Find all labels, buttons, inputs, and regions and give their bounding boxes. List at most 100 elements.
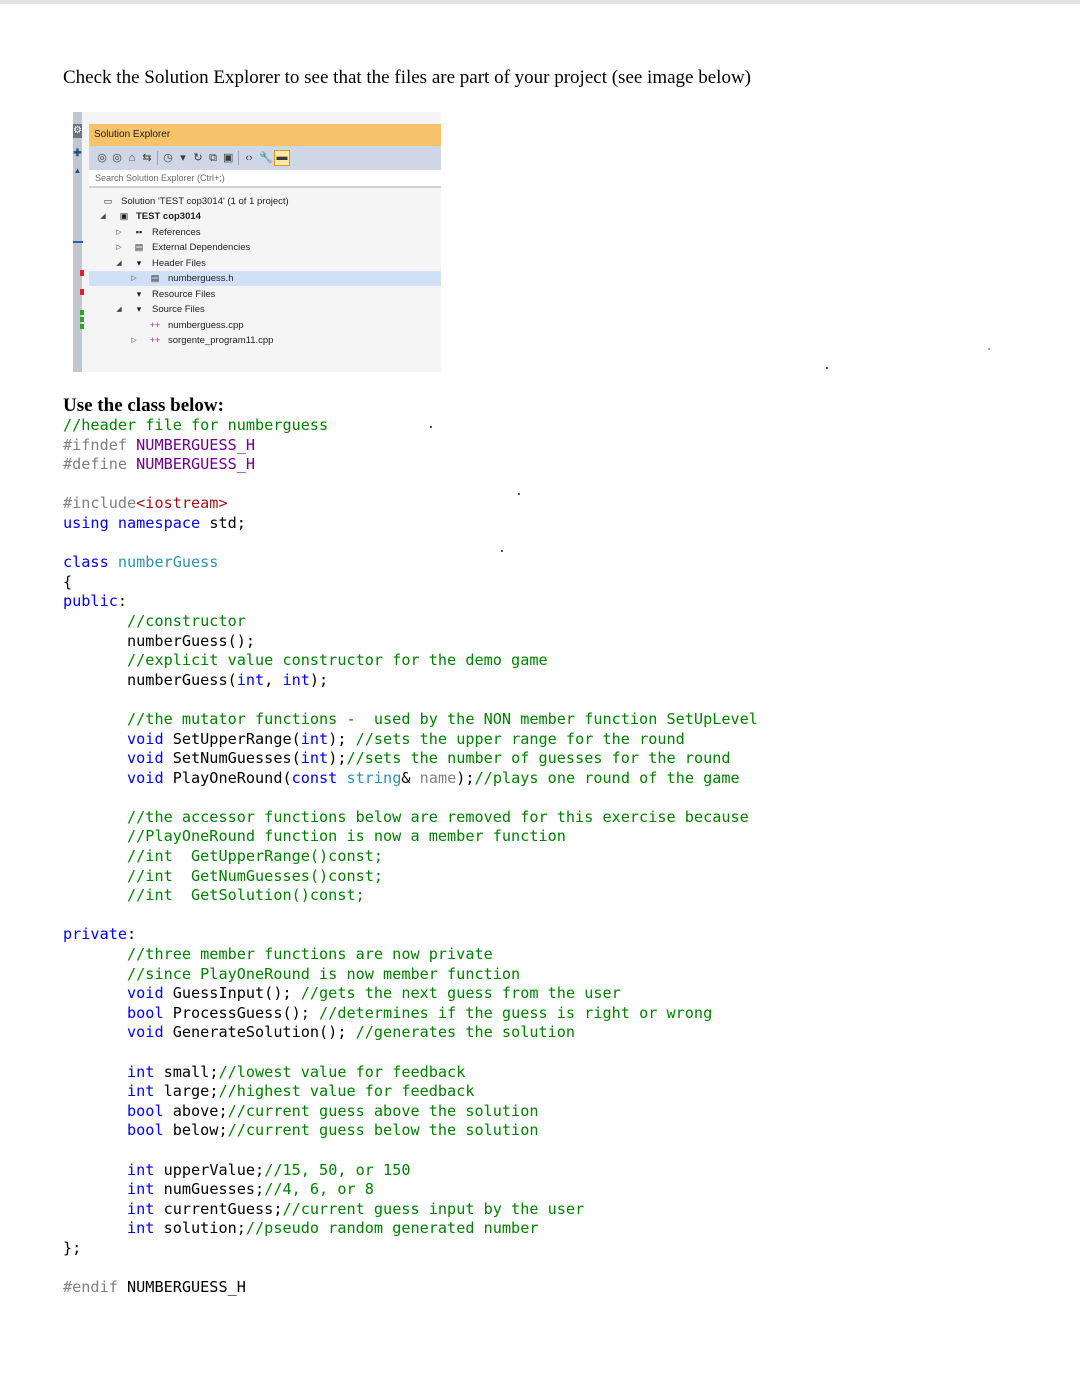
pin-icon[interactable]: ▬ (274, 150, 290, 166)
solution-icon: ▭ (103, 196, 113, 206)
gutter-marker-green (80, 324, 84, 329)
history-icon[interactable]: ◷ (163, 151, 173, 165)
solution-explorer-title: Solution Explorer (89, 124, 441, 146)
code-line: numberGuess(); (63, 631, 256, 650)
code-line: bool above;//current guess above the sol… (127, 1101, 539, 1120)
code-line: int solution;//pseudo random generated n… (127, 1219, 539, 1238)
expanded-arrow-icon[interactable]: ◢ (115, 302, 123, 317)
dropdown-icon[interactable]: ▾ (178, 151, 188, 165)
speck (501, 550, 503, 552)
code-line: { (63, 572, 73, 591)
sync-icon[interactable]: ⇆ (142, 151, 152, 165)
home-icon[interactable]: ⌂ (127, 151, 137, 165)
code-line: ​ (63, 1043, 758, 1063)
gutter-marker-red (80, 270, 84, 276)
cpp-file-icon: ++ (149, 320, 161, 330)
code-line: int upperValue;//15, 50, or 150 (127, 1160, 411, 1179)
tree-item-external-dependencies[interactable]: ▷ ▤ External Dependencies (89, 240, 441, 255)
code-line: //three member functions are now private (127, 945, 493, 964)
expanded-arrow-icon[interactable]: ◢ (115, 256, 123, 271)
code-line: int numGuesses;//4, 6, or 8 (127, 1180, 374, 1199)
intro-paragraph: Check the Solution Explorer to see that … (63, 67, 751, 88)
collapsed-arrow-icon[interactable]: ▷ (130, 271, 138, 286)
gutter-marker-green (80, 310, 84, 315)
show-all-files-icon[interactable]: ▣ (223, 151, 233, 165)
code-line: //explicit value constructor for the dem… (127, 651, 548, 670)
code-line: void SetNumGuesses(int);//sets the numbe… (127, 749, 731, 768)
code-line: //int GetUpperRange()const; (127, 847, 384, 866)
tree-item-header-files[interactable]: ◢ ▾ Header Files (89, 256, 441, 271)
folder-icon: ▾ (136, 289, 142, 299)
settings-icon: ⚙ (73, 124, 82, 138)
code-line: class numberGuess (63, 553, 219, 572)
code-line: void SetUpperRange(int); //sets the uppe… (127, 729, 685, 748)
code-line: using namespace std; (63, 513, 246, 532)
toolbar-separator (157, 151, 158, 165)
expanded-arrow-icon[interactable]: ◢ (99, 209, 107, 224)
tree-item-source-files[interactable]: ◢ ▾ Source Files (89, 302, 441, 317)
code-line: ​ (63, 788, 758, 808)
code-line: //the accessor functions below are remov… (127, 807, 749, 826)
folder-icon: ▾ (136, 304, 142, 314)
search-solution-explorer-input[interactable]: Search Solution Explorer (Ctrl+;) (89, 170, 441, 188)
tree-item-numberguess-h[interactable]: ▷ ▤ numberguess.h (89, 271, 441, 286)
code-line: void PlayOneRound(const string& name);//… (127, 768, 740, 787)
tree-item-project[interactable]: ◢ ▣ TEST cop3014 (89, 209, 441, 224)
code-line: int currentGuess;//current guess input b… (127, 1199, 585, 1218)
speck (988, 348, 990, 350)
tree-item-numberguess-cpp[interactable]: ++ numberguess.cpp (89, 318, 441, 333)
code-line: //int GetSolution()const; (127, 886, 365, 905)
code-listing: //header file for numberguess #ifndef NUM… (63, 416, 758, 1298)
collapse-icon[interactable]: ⧉ (208, 151, 218, 165)
gutter-marker-blue (73, 241, 83, 243)
code-line: ​ (63, 1259, 758, 1279)
project-icon: ▣ (119, 211, 129, 221)
code-line: //the mutator functions - used by the NO… (127, 709, 758, 728)
back-icon[interactable]: ◎ (97, 151, 107, 165)
collapsed-arrow-icon[interactable]: ▷ (115, 225, 123, 240)
header-file-icon: ▤ (150, 273, 160, 283)
code-view-icon[interactable]: ‹› (244, 151, 254, 165)
code-line: public: (63, 592, 128, 611)
tree-item-solution[interactable]: ▭ Solution 'TEST cop3014' (1 of 1 projec… (89, 194, 441, 209)
code-line: }; (63, 1238, 82, 1257)
toolbar-separator (238, 151, 239, 165)
code-line: #include<iostream> (63, 494, 228, 513)
tree-item-references[interactable]: ▷ ▪▪ References (89, 225, 441, 240)
code-line: //PlayOneRound function is now a member … (127, 827, 566, 846)
scroll-up-icon: ▲ (73, 166, 82, 175)
references-icon: ▪▪ (135, 227, 143, 237)
gutter-marker-red (80, 289, 84, 295)
tree-item-resource-files[interactable]: ▾ Resource Files (89, 287, 441, 302)
properties-icon[interactable]: 🔧 (259, 151, 273, 165)
code-line: #ifndef NUMBERGUESS_H (63, 435, 256, 454)
code-line: void GenerateSolution(); //generates the… (127, 1023, 576, 1042)
code-line: ​ (63, 906, 758, 926)
code-line: private: (63, 925, 137, 944)
tree-item-sorgente-program11-cpp[interactable]: ▷ ++ sorgente_program11.cpp (89, 333, 441, 348)
collapsed-arrow-icon[interactable]: ▷ (130, 333, 138, 348)
code-line: ​ (63, 690, 758, 710)
gutter-marker-green (80, 317, 84, 322)
code-line: numberGuess(int, int); (63, 670, 329, 689)
code-line: ​ (63, 534, 758, 554)
solution-tree: ▭ Solution 'TEST cop3014' (1 of 1 projec… (89, 190, 441, 372)
top-border (0, 0, 1080, 4)
speck (430, 426, 432, 428)
code-line: //header file for numberguess (63, 416, 329, 434)
code-line: ​ (63, 475, 758, 495)
speck (826, 367, 828, 369)
code-line: int small;//lowest value for feedback (127, 1062, 466, 1081)
refresh-icon[interactable]: ↻ (193, 151, 203, 165)
code-line: ​ (63, 1141, 758, 1161)
pin-icon: ✚ (73, 148, 82, 159)
dependencies-icon: ▤ (134, 242, 144, 252)
collapsed-arrow-icon[interactable]: ▷ (115, 240, 123, 255)
code-line: bool below;//current guess below the sol… (127, 1121, 539, 1140)
code-line: //since PlayOneRound is now member funct… (127, 964, 521, 983)
code-line: bool ProcessGuess(); //determines if the… (127, 1003, 713, 1022)
cpp-file-icon: ++ (149, 335, 161, 345)
forward-icon[interactable]: ◎ (112, 151, 122, 165)
solution-explorer-toolbar: ◎ ◎ ⌂ ⇆ ◷ ▾ ↻ ⧉ ▣ ‹› 🔧 ▬ (89, 146, 441, 170)
solution-explorer-screenshot: ⚙ ✚ ▲ Solution Explorer ◎ ◎ ⌂ ⇆ ◷ ▾ ↻ ⧉ … (73, 112, 441, 372)
